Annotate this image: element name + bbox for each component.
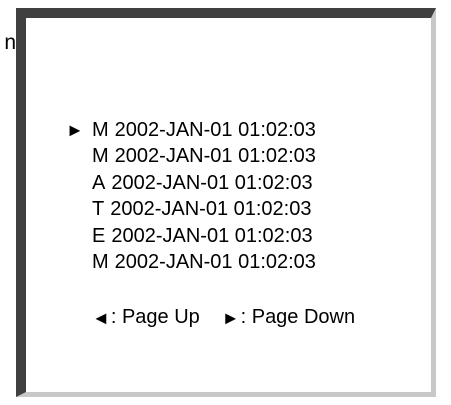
log-entry[interactable]: M 2002-JAN-01 01:02:03	[66, 250, 316, 277]
log-entry[interactable]: E 2002-JAN-01 01:02:03	[66, 223, 316, 250]
event-log-list: ► M 2002-JAN-01 01:02:03 M 2002-JAN-01 0…	[66, 117, 316, 276]
entry-timestamp: 2002-JAN-01 01:02:03	[111, 224, 313, 247]
log-entry[interactable]: ► M 2002-JAN-01 01:02:03	[66, 117, 316, 144]
truncated-side-label: n	[4, 31, 16, 54]
log-entry[interactable]: T 2002-JAN-01 01:02:03	[66, 197, 316, 224]
page-down-hint[interactable]: ► : Page Down	[222, 306, 355, 329]
selection-cursor-icon: ►	[66, 120, 84, 141]
entry-type: T	[92, 198, 105, 221]
entry-timestamp: 2002-JAN-01 01:02:03	[114, 251, 316, 274]
entry-timestamp: 2002-JAN-01 01:02:03	[110, 198, 312, 221]
entry-timestamp: 2002-JAN-01 01:02:03	[114, 118, 316, 141]
entry-type: E	[92, 224, 106, 247]
page-navigation-hint: ◄ : Page Up ► : Page Down	[92, 306, 355, 329]
entry-timestamp: 2002-JAN-01 01:02:03	[111, 171, 313, 194]
lcd-screen: ► M 2002-JAN-01 01:02:03 M 2002-JAN-01 0…	[16, 8, 436, 397]
right-arrow-icon: ►	[221, 307, 240, 328]
left-arrow-icon: ◄	[92, 307, 110, 328]
page-up-hint[interactable]: ◄ : Page Up	[92, 306, 200, 329]
log-entry[interactable]: M 2002-JAN-01 01:02:03	[66, 144, 316, 171]
entry-type: M	[92, 118, 109, 141]
log-entry[interactable]: A 2002-JAN-01 01:02:03	[66, 170, 316, 197]
page-up-label: : Page Up	[110, 306, 200, 328]
entry-type: M	[92, 145, 109, 168]
page-down-label: : Page Down	[240, 306, 356, 328]
page: n ► M 2002-JAN-01 01:02:03 M 2002-JAN-01…	[0, 0, 451, 405]
entry-type: M	[92, 251, 109, 274]
entry-timestamp: 2002-JAN-01 01:02:03	[114, 145, 316, 168]
entry-type: A	[92, 171, 106, 194]
